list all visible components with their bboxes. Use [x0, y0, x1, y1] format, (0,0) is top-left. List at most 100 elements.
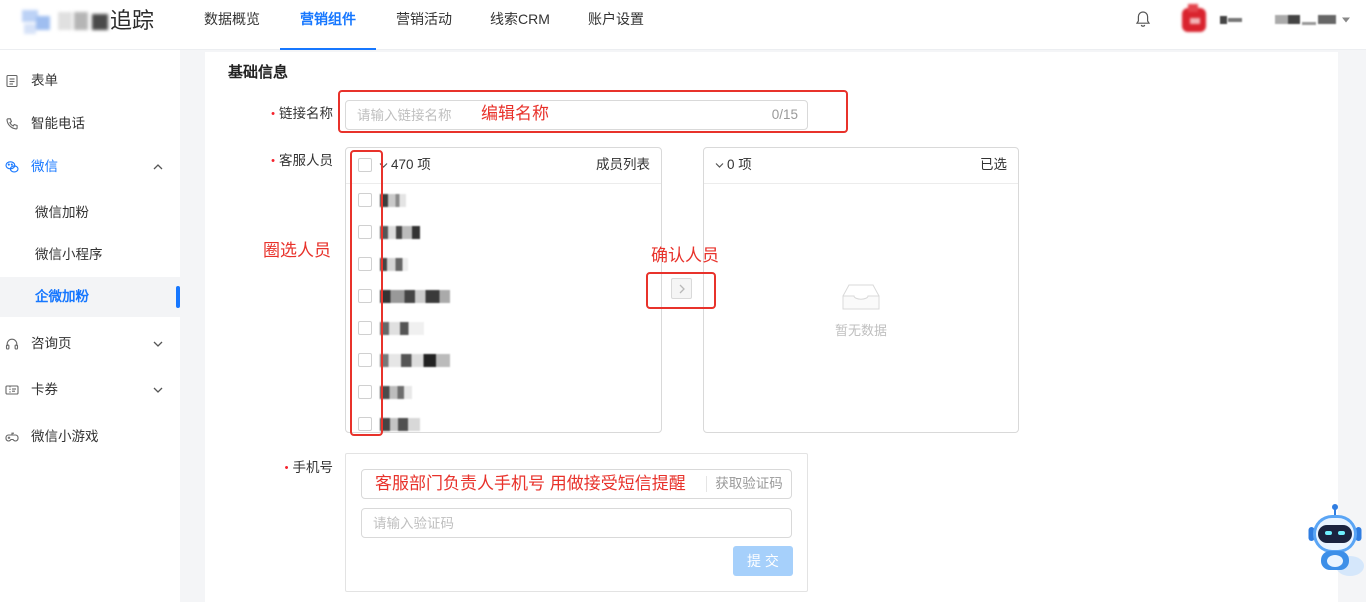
sidebar-item-label: 企微加粉 — [35, 289, 89, 304]
nav-marketing-campaigns[interactable]: 营销活动 — [376, 0, 472, 50]
member-checkbox[interactable] — [358, 321, 372, 335]
form-icon — [6, 74, 18, 88]
char-counter: 0/15 — [771, 107, 798, 122]
user-avatar[interactable] — [1180, 4, 1210, 36]
required-mark: • — [271, 155, 275, 167]
redacted-member-name — [380, 226, 420, 239]
member-list-title: 成员列表 — [596, 157, 650, 172]
member-list-item[interactable] — [346, 216, 661, 248]
member-list-item[interactable] — [346, 376, 661, 408]
logo[interactable]: 追踪 — [0, 0, 170, 50]
sidebar-item-wechat-mini-program[interactable]: 微信小程序 — [0, 235, 180, 275]
annotation-select-staff: 圈选人员 — [263, 241, 331, 260]
sidebar-item-coupon[interactable]: 卡券 — [0, 370, 180, 410]
redacted-username[interactable] — [1218, 13, 1338, 27]
member-checkbox[interactable] — [358, 193, 372, 207]
get-code-button[interactable]: 获取验证码 — [706, 469, 792, 499]
sidebar-item-label: 微信 — [31, 159, 58, 174]
nav-leads-crm[interactable]: 线索CRM — [472, 0, 568, 50]
select-all-checkbox[interactable] — [358, 158, 372, 172]
redacted-member-name — [380, 386, 412, 399]
wechat-icon — [5, 161, 19, 173]
chevron-down-icon[interactable] — [715, 162, 724, 169]
sidebar-item-wework-fans[interactable]: 企微加粉 — [0, 277, 180, 317]
member-list-item[interactable] — [346, 344, 661, 376]
required-mark: • — [271, 108, 275, 120]
sidebar-item-wechat-mini-game[interactable]: 微信小游戏 — [0, 417, 180, 457]
sidebar-item-label: 智能电话 — [31, 116, 85, 131]
selected-count: 0 项 — [727, 157, 752, 172]
sidebar-item-label: 表单 — [31, 73, 58, 88]
member-list-item[interactable] — [346, 408, 661, 432]
redacted-member-name — [380, 354, 450, 367]
member-checkbox[interactable] — [358, 225, 372, 239]
nav-account-settings[interactable]: 账户设置 — [568, 0, 664, 50]
member-list[interactable] — [346, 184, 661, 432]
selected-target-panel: 0 项 已选 暂无数据 — [703, 147, 1019, 433]
staff-label: • 客服人员 — [225, 152, 333, 170]
member-list-item[interactable] — [346, 280, 661, 312]
phone-label: • 手机号 — [225, 459, 333, 477]
verification-code-field — [361, 508, 792, 538]
redacted-member-name — [380, 194, 406, 207]
member-count: 470 项 — [391, 157, 431, 172]
gamepad-icon — [5, 432, 19, 442]
redacted-member-name — [380, 258, 408, 271]
member-checkbox[interactable] — [358, 257, 372, 271]
empty-text: 暂无数据 — [834, 323, 887, 338]
sidebar-item-label: 咨询页 — [31, 336, 72, 351]
link-name-label-text: 链接名称 — [279, 106, 333, 121]
chevron-up-icon[interactable] — [153, 163, 163, 171]
logo-mark — [18, 8, 110, 38]
member-source-header: 470 项 成员列表 — [346, 148, 661, 184]
caret-down-icon[interactable] — [1341, 16, 1351, 24]
sidebar-item-wechat-fans[interactable]: 微信加粉 — [0, 193, 180, 233]
nav-marketing-components[interactable]: 营销组件 — [280, 0, 376, 50]
headset-icon — [5, 338, 19, 350]
chevron-down-icon[interactable] — [379, 162, 388, 169]
bell-icon[interactable] — [1135, 10, 1151, 28]
selected-title: 已选 — [980, 157, 1007, 172]
sidebar-item-wechat[interactable]: 微信 — [0, 147, 180, 187]
inbox-icon — [842, 284, 880, 310]
logo-text: 追踪 — [110, 8, 155, 33]
chevron-right-icon — [679, 284, 685, 294]
form-card: 基础信息 • 链接名称 0/15 编辑名称 • 客服人员 470 项 成员列表 0 … — [205, 52, 1338, 602]
submit-button[interactable]: 提 交 — [733, 546, 793, 576]
member-list-item[interactable] — [346, 248, 661, 280]
redacted-member-name — [380, 290, 450, 303]
member-list-item[interactable] — [346, 312, 661, 344]
sidebar-item-label: 微信小游戏 — [31, 429, 99, 444]
member-checkbox[interactable] — [358, 289, 372, 303]
sidebar-item-label: 卡券 — [31, 382, 58, 397]
link-name-label: • 链接名称 — [225, 105, 333, 123]
member-checkbox[interactable] — [358, 385, 372, 399]
section-title: 基础信息 — [228, 64, 289, 81]
sidebar-item-label: 微信加粉 — [35, 205, 89, 220]
redacted-member-name — [380, 322, 424, 335]
redacted-member-name — [380, 418, 420, 431]
top-nav: 数据概览 营销组件 营销活动 线索CRM 账户设置 — [184, 0, 664, 50]
member-checkbox[interactable] — [358, 353, 372, 367]
annotation-phone-note: 客服部门负责人手机号 用做接受短信提醒 — [375, 474, 686, 493]
link-name-input[interactable] — [345, 100, 808, 130]
phone-icon — [6, 118, 18, 130]
chevron-down-icon[interactable] — [153, 340, 163, 348]
sidebar-item-form[interactable]: 表单 — [0, 61, 180, 101]
link-name-field: 0/15 — [345, 100, 808, 130]
sidebar: 表单 智能电话 微信 微信加粉 微信小程序 企微加粉 咨询页 卡券 微信小游戏 — [0, 50, 180, 602]
required-mark: • — [284, 462, 289, 474]
phone-verification-box: 获取验证码 客服部门负责人手机号 用做接受短信提醒 提 交 — [345, 453, 808, 592]
transfer-right-button[interactable] — [671, 278, 692, 299]
verification-code-input[interactable] — [361, 508, 792, 538]
chevron-down-icon[interactable] — [153, 386, 163, 394]
robot-assistant-icon[interactable] — [1306, 503, 1364, 577]
member-list-item[interactable] — [346, 184, 661, 216]
top-header: 追踪 数据概览 营销组件 营销活动 线索CRM 账户设置 — [0, 0, 1366, 50]
sidebar-item-consult-page[interactable]: 咨询页 — [0, 324, 180, 364]
member-checkbox[interactable] — [358, 417, 372, 431]
sidebar-item-smart-phone[interactable]: 智能电话 — [0, 104, 180, 144]
member-source-panel: 470 项 成员列表 — [345, 147, 662, 433]
annotation-edit-name: 编辑名称 — [481, 104, 549, 123]
nav-data-overview[interactable]: 数据概览 — [184, 0, 280, 50]
